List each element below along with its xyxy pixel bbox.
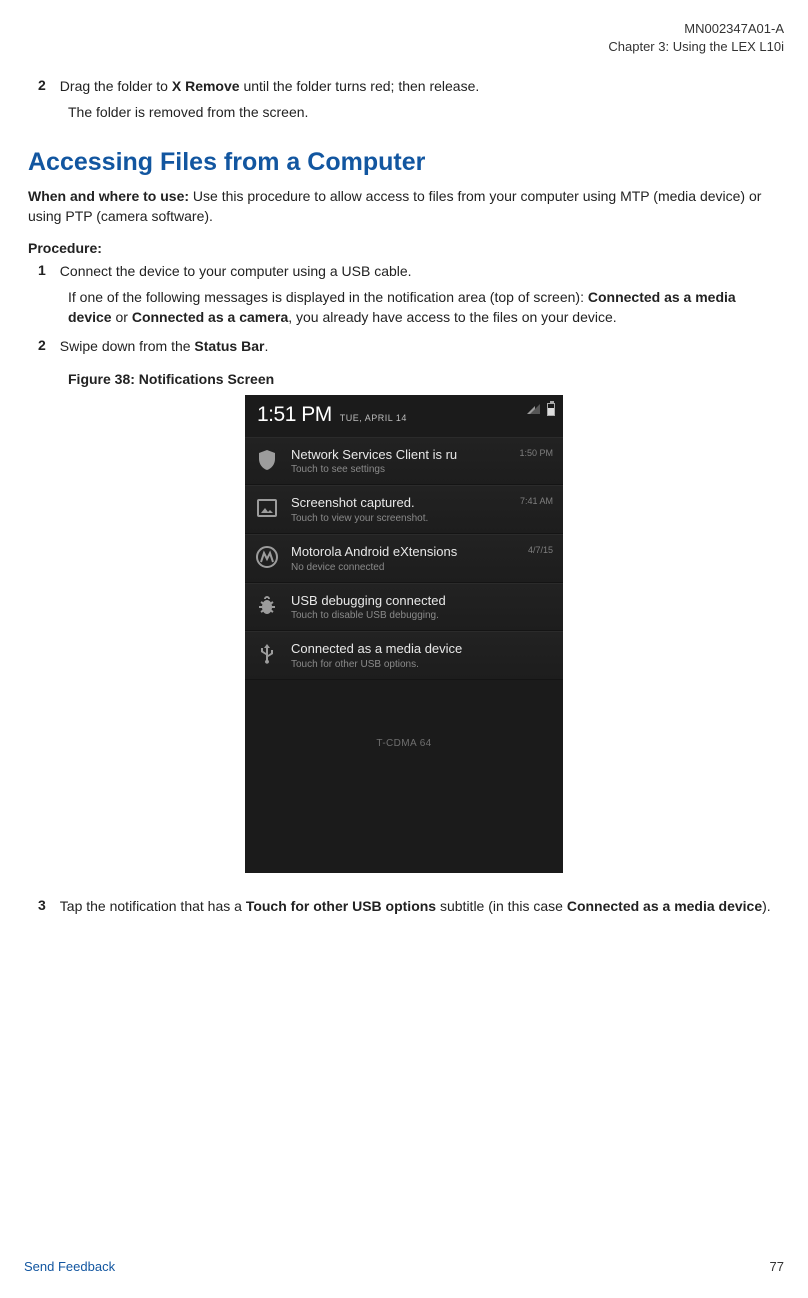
notification-title: Connected as a media device bbox=[291, 641, 551, 657]
shield-icon bbox=[255, 448, 279, 472]
step-1-followup: If one of the following messages is disp… bbox=[68, 288, 780, 327]
text: ). bbox=[762, 898, 771, 914]
notification-subtitle: Touch to view your screenshot. bbox=[291, 513, 551, 524]
text: , you already have access to the files o… bbox=[288, 309, 616, 325]
send-feedback-link[interactable]: Send Feedback bbox=[24, 1259, 115, 1274]
notification-time: 1:50 PM bbox=[519, 448, 553, 458]
section-heading: Accessing Files from a Computer bbox=[28, 148, 780, 177]
text: subtitle (in this case bbox=[436, 898, 567, 914]
notification-subtitle: No device connected bbox=[291, 562, 551, 573]
step-text: Drag the folder to X Remove until the fo… bbox=[60, 77, 479, 97]
step-number: 1 bbox=[28, 262, 46, 282]
phone-screenshot: 1:51 PM TUE, APRIL 14 Network Services C… bbox=[245, 395, 563, 873]
notification-subtitle: Touch for other USB options. bbox=[291, 659, 551, 670]
step-text: Tap the notification that has a Touch fo… bbox=[60, 897, 771, 917]
page: MN002347A01-A Chapter 3: Using the LEX L… bbox=[0, 0, 808, 1298]
notification-title: Motorola Android eXtensions bbox=[291, 544, 551, 560]
step-number: 2 bbox=[28, 337, 46, 357]
text: until the folder turns red; then release… bbox=[240, 78, 480, 94]
when-where: When and where to use: Use this procedur… bbox=[28, 187, 780, 226]
figure-caption: Figure 38: Notifications Screen bbox=[68, 371, 780, 387]
text: Tap the notification that has a bbox=[60, 898, 246, 914]
step-3: 3 Tap the notification that has a Touch … bbox=[28, 897, 780, 917]
notification-time: 4/7/15 bbox=[528, 545, 553, 555]
notification-row[interactable]: Motorola Android eXtensions No device co… bbox=[245, 534, 563, 583]
step-number: 2 bbox=[28, 77, 46, 97]
text: Drag the folder to bbox=[60, 78, 172, 94]
text: If one of the following messages is disp… bbox=[68, 289, 588, 305]
text-bold: Connected as a camera bbox=[132, 309, 288, 325]
text-bold: Touch for other USB options bbox=[246, 898, 436, 914]
status-icons bbox=[527, 403, 555, 416]
notification-row[interactable]: Connected as a media device Touch for ot… bbox=[245, 631, 563, 680]
carrier-label: T-CDMA 64 bbox=[245, 680, 563, 749]
step-2-prev-section: 2 Drag the folder to X Remove until the … bbox=[28, 77, 780, 97]
notification-row[interactable]: Network Services Client is ru Touch to s… bbox=[245, 437, 563, 486]
footer: Send Feedback 77 bbox=[24, 1259, 784, 1274]
battery-icon bbox=[547, 403, 555, 416]
step-result: The folder is removed from the screen. bbox=[68, 103, 780, 123]
image-icon bbox=[255, 496, 279, 520]
notification-row[interactable]: Screenshot captured. Touch to view your … bbox=[245, 485, 563, 534]
page-number: 77 bbox=[770, 1259, 784, 1274]
status-time: 1:51 PM bbox=[257, 403, 332, 427]
notification-row[interactable]: USB debugging connected Touch to disable… bbox=[245, 583, 563, 632]
usb-icon bbox=[255, 642, 279, 666]
text: Swipe down from the bbox=[60, 338, 195, 354]
step-1: 1 Connect the device to your computer us… bbox=[28, 262, 780, 282]
doc-id: MN002347A01-A bbox=[24, 20, 784, 38]
bug-icon bbox=[255, 594, 279, 618]
figure-38: 1:51 PM TUE, APRIL 14 Network Services C… bbox=[28, 395, 780, 873]
notification-subtitle: Touch to see settings bbox=[291, 464, 551, 475]
text-bold: Connected as a media device bbox=[567, 898, 762, 914]
text: . bbox=[264, 338, 268, 354]
notification-title: USB debugging connected bbox=[291, 593, 551, 609]
step-2: 2 Swipe down from the Status Bar. bbox=[28, 337, 780, 357]
text: or bbox=[112, 309, 132, 325]
when-label: When and where to use: bbox=[28, 188, 193, 204]
notification-title: Screenshot captured. bbox=[291, 495, 551, 511]
step-text: Swipe down from the Status Bar. bbox=[60, 337, 269, 357]
notification-time: 7:41 AM bbox=[520, 496, 553, 506]
motorola-icon bbox=[255, 545, 279, 569]
running-header: MN002347A01-A Chapter 3: Using the LEX L… bbox=[24, 20, 784, 55]
step-number: 3 bbox=[28, 897, 46, 917]
step-text: Connect the device to your computer usin… bbox=[60, 262, 412, 282]
status-bar: 1:51 PM TUE, APRIL 14 bbox=[245, 395, 563, 437]
content: 2 Drag the folder to X Remove until the … bbox=[24, 77, 784, 916]
signal-icon bbox=[527, 404, 541, 414]
chapter-label: Chapter 3: Using the LEX L10i bbox=[24, 38, 784, 56]
status-date: TUE, APRIL 14 bbox=[340, 413, 407, 423]
text-bold: X Remove bbox=[172, 78, 240, 94]
notification-subtitle: Touch to disable USB debugging. bbox=[291, 610, 551, 621]
text-bold: Status Bar bbox=[194, 338, 264, 354]
notification-title: Network Services Client is ru bbox=[291, 447, 551, 463]
procedure-label: Procedure: bbox=[28, 240, 780, 256]
